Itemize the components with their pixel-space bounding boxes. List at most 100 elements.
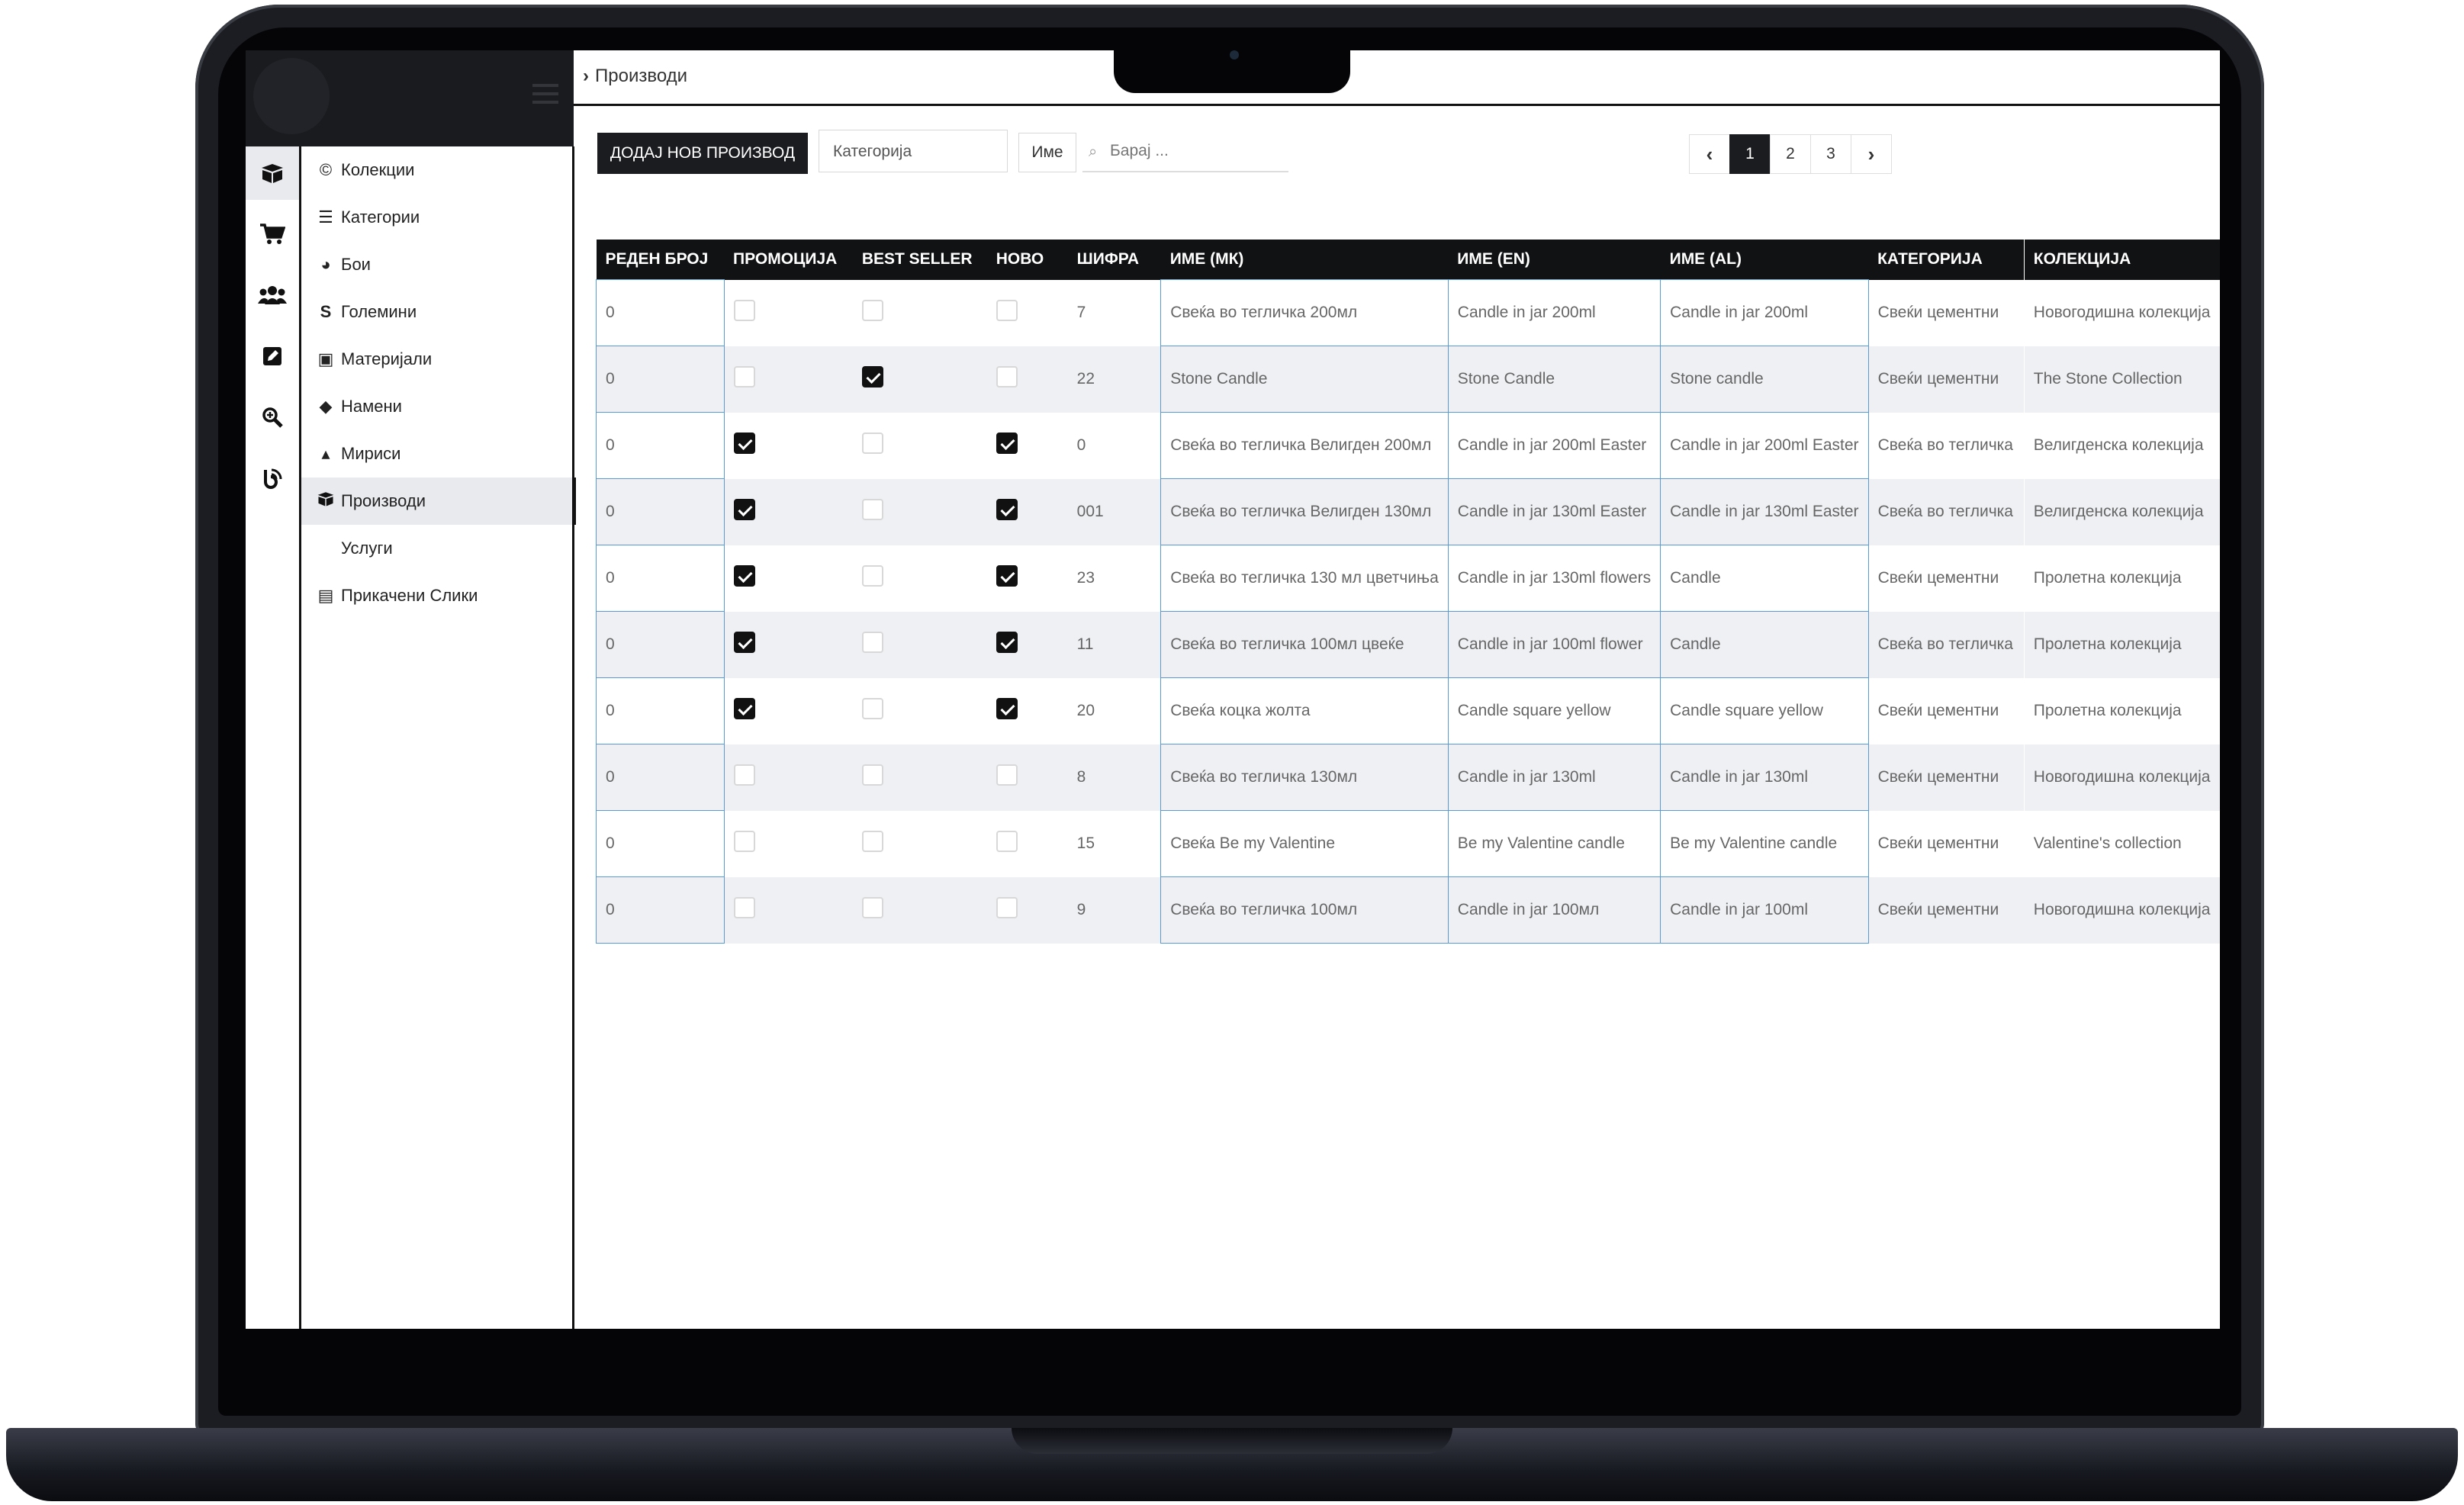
cell-order[interactable]: 0 [596, 810, 725, 877]
sidebar-item-golemini[interactable]: S Големини [301, 288, 572, 336]
best-checkbox[interactable] [861, 499, 883, 521]
cart-icon[interactable] [246, 207, 299, 261]
new-checkbox[interactable] [996, 366, 1018, 388]
column-header[interactable]: КАТЕГОРИЈА [1868, 240, 2025, 280]
cell-name-al[interactable]: Candle in jar 200ml Easter [1660, 412, 1869, 479]
search-plus-icon[interactable] [246, 391, 299, 444]
table-row[interactable]: 0 0 Свеќа во тегличка Велигден 200мл Candle… [596, 412, 2220, 479]
column-header[interactable]: ПРОМОЦИЈА [724, 240, 853, 280]
cell-name-mk[interactable]: Свеќа Be my Valentine [1160, 810, 1449, 877]
page-2-button[interactable]: 2 [1770, 134, 1811, 174]
cell-order[interactable]: 0 [596, 478, 725, 545]
new-checkbox[interactable] [996, 698, 1018, 720]
new-checkbox[interactable] [996, 897, 1018, 919]
cell-order[interactable]: 0 [596, 744, 725, 811]
sidebar-item-proizvodi[interactable]: Производи [301, 478, 576, 525]
cell-name-mk[interactable]: Свеќа во тегличка 130мл [1160, 744, 1449, 811]
cell-name-mk[interactable]: Свеќа во тегличка Велигден 200мл [1160, 412, 1449, 479]
column-header[interactable]: ИМЕ (EN) [1448, 240, 1661, 280]
promo-checkbox[interactable] [733, 565, 755, 587]
table-row[interactable]: 0 20 Свеќа коцка жолта Candle square yellow… [596, 677, 2220, 744]
sidebar-item-mirisi[interactable]: ▴ Мириси [301, 430, 572, 478]
cell-name-en[interactable]: Candle in jar 100ml flower [1447, 611, 1661, 678]
promo-checkbox[interactable] [733, 632, 755, 654]
cell-order[interactable]: 0 [596, 545, 725, 612]
table-row[interactable]: 0 001 Свеќа во тегличка Велигден 130мл Cand… [596, 478, 2220, 545]
promo-checkbox[interactable] [733, 897, 755, 919]
box-open-icon[interactable] [246, 146, 299, 200]
sidebar-item-kolekcii[interactable]: © Колекции [301, 146, 572, 194]
cell-name-al[interactable]: Candle square yellow [1660, 677, 1869, 744]
column-header[interactable]: КОЛЕКЦИЈА [2024, 240, 2220, 280]
table-row[interactable]: 0 22 Stone Candle Stone Candle Stone candle С… [596, 346, 2220, 413]
new-checkbox[interactable] [996, 300, 1018, 322]
best-checkbox[interactable] [861, 764, 883, 786]
cell-order[interactable]: 0 [596, 876, 725, 944]
cell-name-al[interactable]: Candle in jar 200ml [1660, 279, 1869, 346]
table-row[interactable]: 0 15 Свеќа Be my Valentine Be my Valentine … [596, 810, 2220, 877]
table-row[interactable]: 0 11 Свеќа во тегличка 100мл цвеќе Candle i… [596, 611, 2220, 678]
search-input[interactable] [1108, 139, 1279, 163]
sidebar-item-prikacheni-sliki[interactable]: ▤ Прикачени Слики [301, 572, 572, 619]
page-1-button[interactable]: 1 [1729, 134, 1771, 174]
cell-name-al[interactable]: Candle in jar 130ml [1660, 744, 1869, 811]
cell-name-en[interactable]: Candle in jar 130ml flowers [1447, 545, 1661, 612]
column-header[interactable]: BEST SELLER [852, 240, 987, 280]
best-checkbox[interactable] [861, 897, 883, 919]
best-checkbox[interactable] [861, 565, 883, 587]
column-header[interactable]: НОВО [986, 240, 1068, 280]
cell-name-al[interactable]: Be my Valentine candle [1660, 810, 1869, 877]
best-checkbox[interactable] [861, 632, 883, 654]
cell-name-en[interactable]: Candle in jar 100мл [1447, 876, 1661, 944]
promo-checkbox[interactable] [733, 499, 755, 521]
add-product-button[interactable]: ДОДАЈ НОВ ПРОИЗВОД [597, 133, 808, 174]
best-checkbox[interactable] [861, 300, 883, 322]
category-select[interactable]: Категорија [819, 130, 1008, 172]
promo-checkbox[interactable] [733, 831, 755, 853]
sidebar-item-uslugi[interactable]: Услуги [301, 525, 572, 572]
table-row[interactable]: 0 8 Свеќа во тегличка 130мл Candle in jar 1… [596, 744, 2220, 811]
sidebar-item-boi[interactable]: ◕ Бои [301, 241, 572, 288]
table-row[interactable]: 0 23 Свеќа во тегличка 130 мл цветчиња Cand… [596, 545, 2220, 612]
cell-order[interactable]: 0 [596, 611, 725, 678]
cell-name-en[interactable]: Candle in jar 200ml [1447, 279, 1661, 346]
cell-order[interactable]: 0 [596, 677, 725, 744]
cell-name-en[interactable]: Be my Valentine candle [1447, 810, 1661, 877]
cell-order[interactable]: 0 [596, 279, 725, 346]
column-header[interactable]: РЕДЕН БРОЈ [596, 240, 725, 280]
new-checkbox[interactable] [996, 831, 1018, 853]
cell-name-mk[interactable]: Stone Candle [1160, 346, 1449, 413]
table-row[interactable]: 0 9 Свеќа во тегличка 100мл Candle in jar 1… [596, 876, 2220, 944]
cell-name-mk[interactable]: Свеќа во тегличка 100мл [1160, 876, 1449, 944]
cell-name-en[interactable]: Candle in jar 130ml [1447, 744, 1661, 811]
cell-name-mk[interactable]: Свеќа во тегличка 100мл цвеќе [1160, 611, 1449, 678]
cell-name-al[interactable]: Stone candle [1660, 346, 1869, 413]
new-checkbox[interactable] [996, 632, 1018, 654]
cell-name-mk[interactable]: Свеќа во тегличка Велигден 130мл [1160, 478, 1449, 545]
new-checkbox[interactable] [996, 764, 1018, 786]
cell-order[interactable]: 0 [596, 412, 725, 479]
cell-name-mk[interactable]: Свеќа во тегличка 130 мл цветчиња [1160, 545, 1449, 612]
sidebar-item-materijali[interactable]: ▣ Материјали [301, 336, 572, 383]
users-icon[interactable] [246, 269, 299, 322]
cell-name-al[interactable]: Candle in jar 100ml [1660, 876, 1869, 944]
column-header[interactable]: ШИФРА [1067, 240, 1161, 280]
sidebar-item-kategorii[interactable]: ☰ Категории [301, 194, 572, 241]
hamburger-menu-icon[interactable] [532, 84, 558, 109]
promo-checkbox[interactable] [733, 433, 755, 455]
column-header[interactable]: ИМЕ (AL) [1660, 240, 1869, 280]
cell-name-al[interactable]: Candle in jar 130ml Easter [1660, 478, 1869, 545]
cell-name-mk[interactable]: Свеќа во тегличка 200мл [1160, 279, 1449, 346]
promo-checkbox[interactable] [733, 764, 755, 786]
column-header[interactable]: ИМЕ (МК) [1160, 240, 1449, 280]
search-field-select[interactable]: Име [1018, 133, 1076, 172]
cell-name-mk[interactable]: Свеќа коцка жолта [1160, 677, 1449, 744]
new-checkbox[interactable] [996, 499, 1018, 521]
new-checkbox[interactable] [996, 565, 1018, 587]
cell-name-al[interactable]: Candle [1660, 611, 1869, 678]
page-3-button[interactable]: 3 [1810, 134, 1851, 174]
cell-name-en[interactable]: Stone Candle [1447, 346, 1661, 413]
prev-page-button[interactable]: ‹ [1689, 134, 1730, 174]
promo-checkbox[interactable] [733, 300, 755, 322]
cell-order[interactable]: 0 [596, 346, 725, 413]
